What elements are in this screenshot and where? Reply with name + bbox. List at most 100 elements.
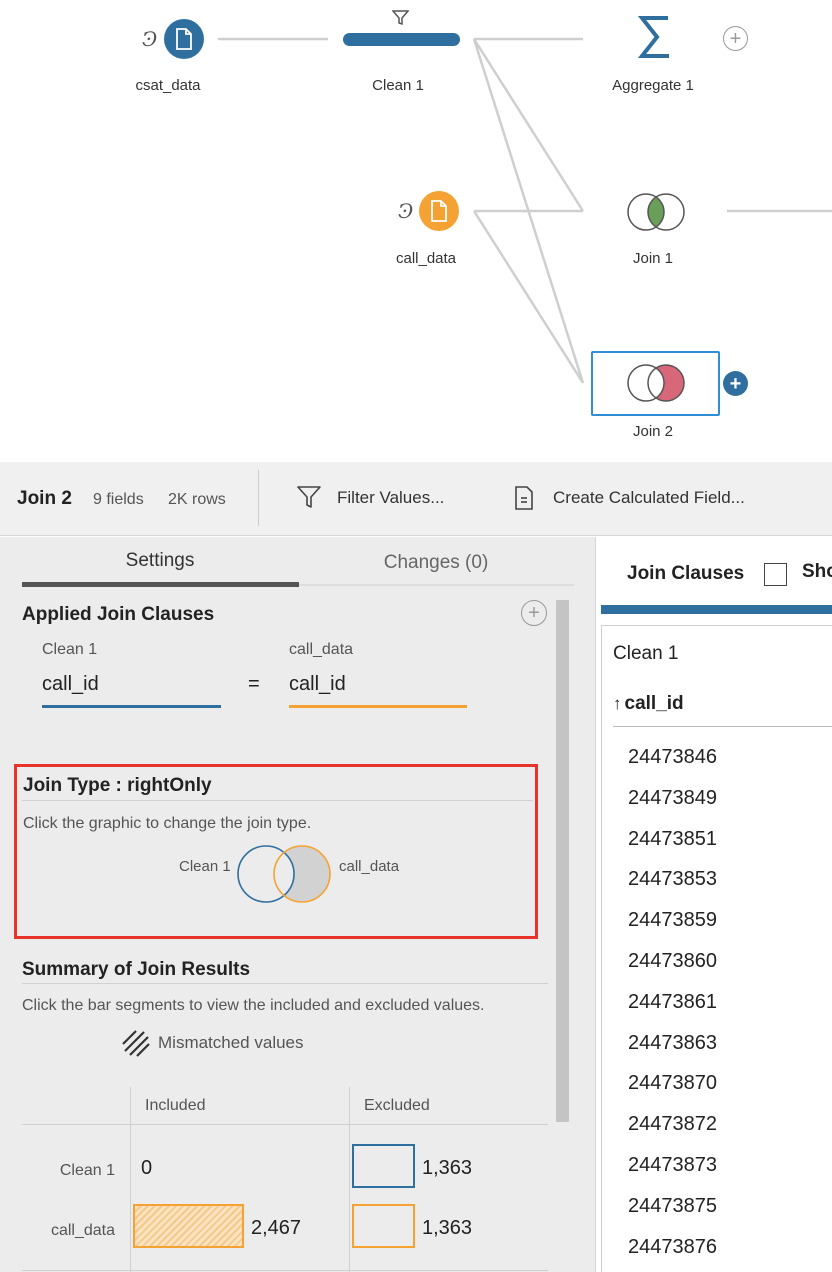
clause-source-name: Clean 1 <box>613 643 679 664</box>
right-clause-field[interactable]: call_id <box>289 673 346 696</box>
join-type-rule <box>22 800 533 801</box>
column-header-rule <box>613 726 832 727</box>
mismatched-label: Mismatched values <box>158 1033 304 1052</box>
add-clause-plus-icon[interactable]: + <box>521 600 547 626</box>
filter-icon <box>391 10 410 31</box>
list-item[interactable]: 24473863 <box>628 1032 717 1073</box>
join-type-title: Join Type : rightOnly <box>23 775 212 796</box>
join-type-hint: Click the graphic to change the join typ… <box>23 815 312 832</box>
clean-excluded-count[interactable]: 1,363 <box>422 1157 472 1180</box>
clauses-header-bar <box>601 605 832 614</box>
list-item[interactable]: 24473846 <box>628 746 717 787</box>
step-toolbar: Join 2 9 fields 2K rows Filter Values...… <box>0 462 832 536</box>
venn-left-label: Clean 1 <box>179 858 231 875</box>
list-item[interactable]: 24473849 <box>628 787 717 828</box>
right-source-label: call_data <box>289 641 354 658</box>
link-call-join2 <box>472 210 585 384</box>
venn-right-label: call_data <box>339 858 400 875</box>
join-clauses-title: Join Clauses <box>627 563 745 584</box>
create-calculated-field-label: Create Calculated Field... <box>553 488 745 507</box>
tab-active-indicator <box>22 582 299 587</box>
step-title: Join 2 <box>17 488 72 509</box>
field-count: 9 fields <box>93 491 144 508</box>
toolbar-divider <box>258 470 259 526</box>
clean-step-label: Clean 1 <box>372 77 424 94</box>
right-only-join-node[interactable] <box>624 360 688 411</box>
list-item[interactable]: 24473851 <box>628 828 717 869</box>
join-clauses-panel: Join Clauses Sho Clean 1 ↑call_id 244738… <box>597 537 832 1272</box>
clean-included-count[interactable]: 0 <box>141 1157 152 1180</box>
results-grid-line <box>22 1124 548 1125</box>
results-row-label: call_data <box>50 1222 115 1239</box>
filter-icon <box>297 486 321 508</box>
list-item[interactable]: 24473875 <box>628 1195 717 1236</box>
filter-values-label: Filter Values... <box>337 488 445 507</box>
add-step-plus-icon[interactable]: + <box>723 371 748 396</box>
calculated-field-icon <box>515 486 533 510</box>
call-data-label: call_data <box>395 250 457 267</box>
tab-settings[interactable]: Settings <box>126 550 195 572</box>
clean-excluded-segment[interactable] <box>352 1144 415 1188</box>
link-clean-join1 <box>472 38 585 212</box>
summary-hint: Click the bar segments to view the inclu… <box>22 997 485 1014</box>
join1-label: Join 1 <box>632 250 674 267</box>
clean-step-node[interactable] <box>343 33 460 46</box>
list-item[interactable]: 24473861 <box>628 991 717 1032</box>
summary-title: Summary of Join Results <box>22 959 251 980</box>
list-item[interactable]: 24473876 <box>628 1236 717 1272</box>
list-item[interactable]: 24473870 <box>628 1072 717 1113</box>
results-grid-line <box>349 1087 350 1272</box>
left-clause-field[interactable]: call_id <box>42 673 99 696</box>
excluded-column-header: Excluded <box>364 1097 430 1114</box>
settings-panel: Settings Changes (0) Applied Join Clause… <box>0 537 596 1272</box>
show-checkbox[interactable] <box>764 563 787 586</box>
right-only-join-venn-icon <box>627 364 685 402</box>
join2-label: Join 2 <box>632 423 674 440</box>
aggregate-step-label: Aggregate 1 <box>612 77 694 94</box>
show-checkbox-label: Sho <box>802 561 832 582</box>
file-icon <box>176 28 192 50</box>
sort-ascending-icon[interactable]: ↑ <box>613 694 622 713</box>
right-only-venn-icon <box>237 845 331 903</box>
call-data-excluded-segment[interactable] <box>352 1204 415 1248</box>
filter-values-button[interactable]: Filter Values... <box>297 480 444 516</box>
results-grid-line <box>130 1087 131 1272</box>
left-source-label: Clean 1 <box>42 641 98 658</box>
call-data-included-count[interactable]: 2,467 <box>251 1217 301 1240</box>
list-item[interactable]: 24473853 <box>628 868 717 909</box>
call-data-node[interactable] <box>419 191 459 231</box>
script-glyph-icon: Ꜿ <box>140 26 162 57</box>
add-step-plus-icon[interactable]: + <box>723 26 748 51</box>
clause-operator[interactable]: = <box>248 673 260 696</box>
call-id-column-label: call_id <box>624 693 684 714</box>
list-item[interactable]: 24473873 <box>628 1154 717 1195</box>
csat-data-node[interactable] <box>164 19 204 59</box>
included-column-header: Included <box>145 1097 206 1114</box>
call-id-value-list: 24473846 24473849 24473851 24473853 2447… <box>628 746 717 1272</box>
inner-join-node[interactable] <box>624 189 688 240</box>
left-clause-underline <box>42 705 221 708</box>
applied-join-clauses-title: Applied Join Clauses <box>22 604 215 625</box>
svg-text:Ꜿ: Ꜿ <box>142 27 157 51</box>
list-item[interactable]: 24473872 <box>628 1113 717 1154</box>
right-clause-underline <box>289 705 467 708</box>
flow-canvas[interactable]: Ꜿ csat_data Clean 1 + Aggregate 1 Ꜿ call… <box>0 0 832 462</box>
svg-text:Ꜿ: Ꜿ <box>398 199 413 223</box>
call-data-excluded-count[interactable]: 1,363 <box>422 1217 472 1240</box>
list-item[interactable]: 24473860 <box>628 950 717 991</box>
tab-changes[interactable]: Changes (0) <box>384 552 489 574</box>
call-data-included-segment[interactable] <box>133 1204 244 1248</box>
call-id-column-header[interactable]: ↑ call_id <box>613 693 684 715</box>
summary-rule <box>22 983 548 984</box>
aggregate-sigma-icon[interactable] <box>637 14 672 65</box>
results-row-label: Clean 1 <box>59 1162 115 1179</box>
row-count: 2K rows <box>168 491 226 508</box>
file-icon <box>431 200 447 222</box>
results-grid-line <box>22 1270 548 1271</box>
list-item[interactable]: 24473859 <box>628 909 717 950</box>
create-calculated-field-button[interactable]: Create Calculated Field... <box>513 480 745 516</box>
mismatched-hatch-icon <box>122 1030 150 1057</box>
join-type-venn-button[interactable] <box>236 843 336 905</box>
csat-data-label: csat_data <box>135 77 201 94</box>
settings-scrollbar[interactable] <box>556 600 569 1122</box>
